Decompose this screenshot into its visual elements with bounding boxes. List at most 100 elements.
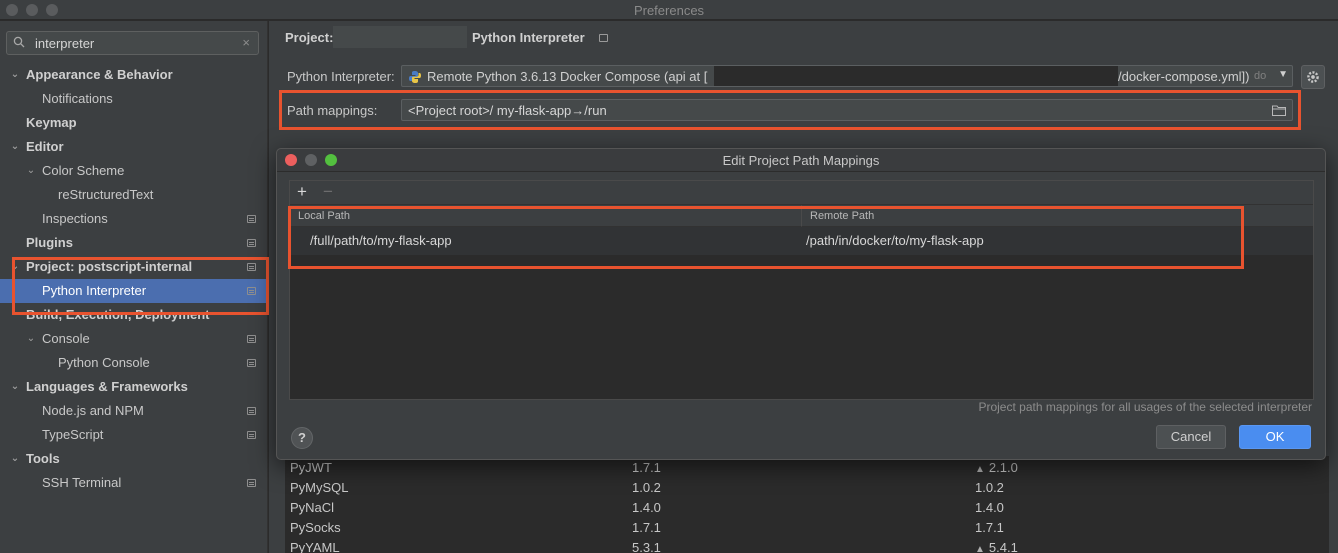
interpreter-value-end: /docker-compose.yml])	[1118, 69, 1250, 84]
interpreter-settings-button[interactable]	[1301, 65, 1325, 89]
sidebar-item[interactable]: TypeScript	[0, 423, 267, 447]
table-row[interactable]: PyJWT 1.7.1 ▲ 2.1.0	[285, 458, 1329, 478]
project-level-icon	[247, 263, 256, 271]
table-row[interactable]: /full/path/to/my-flask-app /path/in/dock…	[290, 227, 1313, 255]
sidebar-item[interactable]: ⌄ Console	[0, 327, 267, 351]
sidebar-item[interactable]: Inspections	[0, 207, 267, 231]
package-latest-version: 1.7.1	[975, 520, 1004, 535]
table-row[interactable]: PySocks 1.7.1 1.7.1	[285, 518, 1329, 538]
sidebar-item[interactable]: ⌄ Appearance & Behavior	[0, 63, 267, 87]
package-latest: ▲ 2.1.0	[975, 458, 1018, 480]
path-mappings-value: <Project root>/ my-flask-app→/run	[408, 103, 607, 118]
expand-arrow-icon[interactable]: ⌄	[25, 159, 37, 183]
project-level-icon	[247, 335, 256, 343]
sidebar-item-label: Appearance & Behavior	[26, 67, 173, 82]
package-latest-version: 2.1.0	[988, 460, 1018, 475]
sidebar-item-label: Keymap	[26, 115, 77, 130]
breadcrumb-project: Project:	[285, 30, 334, 45]
package-latest: ▲ 5.4.1	[975, 538, 1018, 553]
ok-button[interactable]: OK	[1239, 425, 1311, 449]
sidebar-item[interactable]: SSH Terminal	[0, 471, 267, 495]
table-row[interactable]: PyMySQL 1.0.2 1.0.2	[285, 478, 1329, 498]
local-path-cell[interactable]: /full/path/to/my-flask-app	[310, 233, 452, 248]
sidebar-item-label: reStructuredText	[58, 187, 154, 202]
interpreter-label: Python Interpreter:	[287, 69, 395, 84]
help-button[interactable]: ?	[291, 427, 313, 449]
sidebar-item[interactable]: Build, Execution, Deployment	[0, 303, 267, 327]
table-row[interactable]: PyNaCl 1.4.0 1.4.0	[285, 498, 1329, 518]
project-level-icon	[247, 407, 256, 415]
package-name: PyMySQL	[290, 480, 349, 495]
path-mappings-field[interactable]: <Project root>/ my-flask-app→/run	[401, 99, 1293, 121]
package-version: 1.0.2	[632, 480, 661, 495]
expand-arrow-icon[interactable]: ⌄	[9, 135, 21, 159]
sidebar-item[interactable]: ⌄ Color Scheme	[0, 159, 267, 183]
chevron-down-icon: ▼	[1278, 69, 1288, 80]
interpreter-value-start: Remote Python 3.6.13 Docker Compose (api…	[427, 69, 708, 84]
settings-sidebar: interpreter × ⌄ Appearance & Behavior Noti…	[0, 21, 268, 553]
sidebar-item[interactable]: Notifications	[0, 87, 267, 111]
add-mapping-button[interactable]: +	[297, 182, 307, 202]
sidebar-item-label: Color Scheme	[42, 163, 125, 178]
sidebar-item[interactable]: ⌄ Tools	[0, 447, 267, 471]
package-version: 5.3.1	[632, 540, 661, 553]
sidebar-item-label: SSH Terminal	[42, 475, 122, 490]
remote-path-cell[interactable]: /path/in/docker/to/my-flask-app	[806, 233, 984, 248]
sidebar-item[interactable]: ⌄ Project: postscript-internal	[0, 255, 267, 279]
sidebar-item-label: TypeScript	[42, 427, 104, 442]
packages-table: PyJWT 1.7.1 ▲ 2.1.0 PyMySQL 1.0.2 1.0.2 PyNaCl 1…	[285, 456, 1329, 553]
path-mappings-label: Path mappings:	[287, 103, 378, 118]
sidebar-item-label: Python Interpreter	[42, 283, 147, 298]
sidebar-item-label: Inspections	[42, 211, 108, 226]
upgrade-icon[interactable]: ▲	[975, 544, 985, 553]
sidebar-item[interactable]: Python Console	[0, 351, 267, 375]
page-title: Python Interpreter	[472, 30, 585, 45]
sidebar-item[interactable]: Python Interpreter	[0, 279, 267, 303]
cancel-button[interactable]: Cancel	[1156, 425, 1226, 449]
column-header-remote-path[interactable]: Remote Path	[801, 205, 1313, 227]
window-title-bar: Preferences	[0, 0, 1338, 20]
package-version: 1.4.0	[632, 500, 661, 515]
expand-arrow-icon[interactable]: ⌄	[9, 255, 21, 279]
project-level-icon	[247, 215, 256, 223]
redacted-interpreter-path	[714, 66, 1118, 86]
gear-icon	[1307, 71, 1319, 83]
interpreter-value-suffix: do	[1254, 70, 1267, 82]
expand-arrow-icon[interactable]: ⌄	[9, 63, 21, 87]
sidebar-item-label: Editor	[26, 139, 64, 154]
expand-arrow-icon[interactable]: ⌄	[9, 447, 21, 471]
dialog-title: Edit Project Path Mappings	[722, 153, 880, 168]
edit-path-mappings-dialog: Edit Project Path Mappings + − Local Pat…	[276, 148, 1326, 460]
clear-search-icon[interactable]: ×	[242, 35, 250, 50]
project-level-icon	[247, 431, 256, 439]
project-level-icon	[247, 239, 256, 247]
remove-mapping-button[interactable]: −	[323, 182, 333, 202]
expand-arrow-icon[interactable]: ⌄	[9, 375, 21, 399]
sidebar-item-label: Python Console	[58, 355, 150, 370]
expand-arrow-icon[interactable]: ⌄	[25, 327, 37, 351]
interpreter-select[interactable]: Remote Python 3.6.13 Docker Compose (api…	[401, 65, 1293, 87]
sidebar-item-label: Build, Execution, Deployment	[26, 307, 210, 322]
sidebar-item-label: Languages & Frameworks	[26, 379, 188, 394]
search-input[interactable]: interpreter ×	[6, 31, 259, 55]
table-row[interactable]: PyYAML 5.3.1 ▲ 5.4.1	[285, 538, 1329, 553]
sidebar-item[interactable]: Node.js and NPM	[0, 399, 267, 423]
sidebar-item-label: Notifications	[42, 91, 113, 106]
sidebar-item[interactable]: Keymap	[0, 111, 267, 135]
package-latest: 1.7.1	[975, 518, 1004, 538]
sidebar-item[interactable]: ⌄ Languages & Frameworks	[0, 375, 267, 399]
package-name: PyJWT	[290, 460, 332, 475]
sidebar-item-label: Console	[42, 331, 90, 346]
package-name: PyYAML	[290, 540, 340, 553]
mappings-hint: Project path mappings for all usages of …	[978, 400, 1312, 414]
column-header-local-path[interactable]: Local Path	[290, 205, 801, 227]
package-name: PyNaCl	[290, 500, 335, 515]
mappings-toolbar: + −	[290, 181, 1313, 205]
sidebar-item[interactable]: reStructuredText	[0, 183, 267, 207]
sidebar-item[interactable]: Plugins	[0, 231, 267, 255]
mappings-panel: + − Local Path Remote Path /full/path/to…	[289, 180, 1314, 400]
package-latest: 1.0.2	[975, 478, 1004, 498]
upgrade-icon[interactable]: ▲	[975, 464, 985, 475]
folder-icon[interactable]	[1272, 105, 1286, 116]
sidebar-item[interactable]: ⌄ Editor	[0, 135, 267, 159]
